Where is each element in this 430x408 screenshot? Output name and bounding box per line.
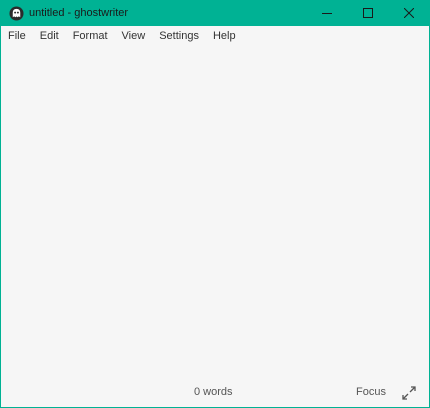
maximize-button[interactable] <box>347 0 388 26</box>
menu-view[interactable]: View <box>115 26 153 47</box>
window-controls <box>306 0 429 26</box>
maximize-icon <box>362 8 373 18</box>
close-icon <box>403 8 414 18</box>
fullscreen-button[interactable] <box>402 386 416 400</box>
editor-area[interactable] <box>1 47 429 379</box>
menu-help[interactable]: Help <box>206 26 243 47</box>
minimize-button[interactable] <box>306 0 347 26</box>
word-count: 0 words <box>194 386 233 398</box>
menu-format[interactable]: Format <box>66 26 115 47</box>
menu-edit[interactable]: Edit <box>33 26 66 47</box>
ghostwriter-app-icon <box>8 5 24 21</box>
menu-bar: File Edit Format View Settings Help <box>1 26 429 47</box>
fullscreen-icon <box>402 386 416 400</box>
window-title: untitled - ghostwriter <box>29 7 129 19</box>
menu-settings[interactable]: Settings <box>152 26 206 47</box>
status-bar: 0 words Focus <box>1 379 429 407</box>
focus-mode-button[interactable]: Focus <box>356 386 386 398</box>
app-window: untitled - ghostwriter File Edit Format … <box>0 0 430 408</box>
title-bar[interactable]: untitled - ghostwriter <box>1 0 429 26</box>
close-button[interactable] <box>388 0 429 26</box>
menu-file[interactable]: File <box>1 26 33 47</box>
minimize-icon <box>321 13 332 14</box>
